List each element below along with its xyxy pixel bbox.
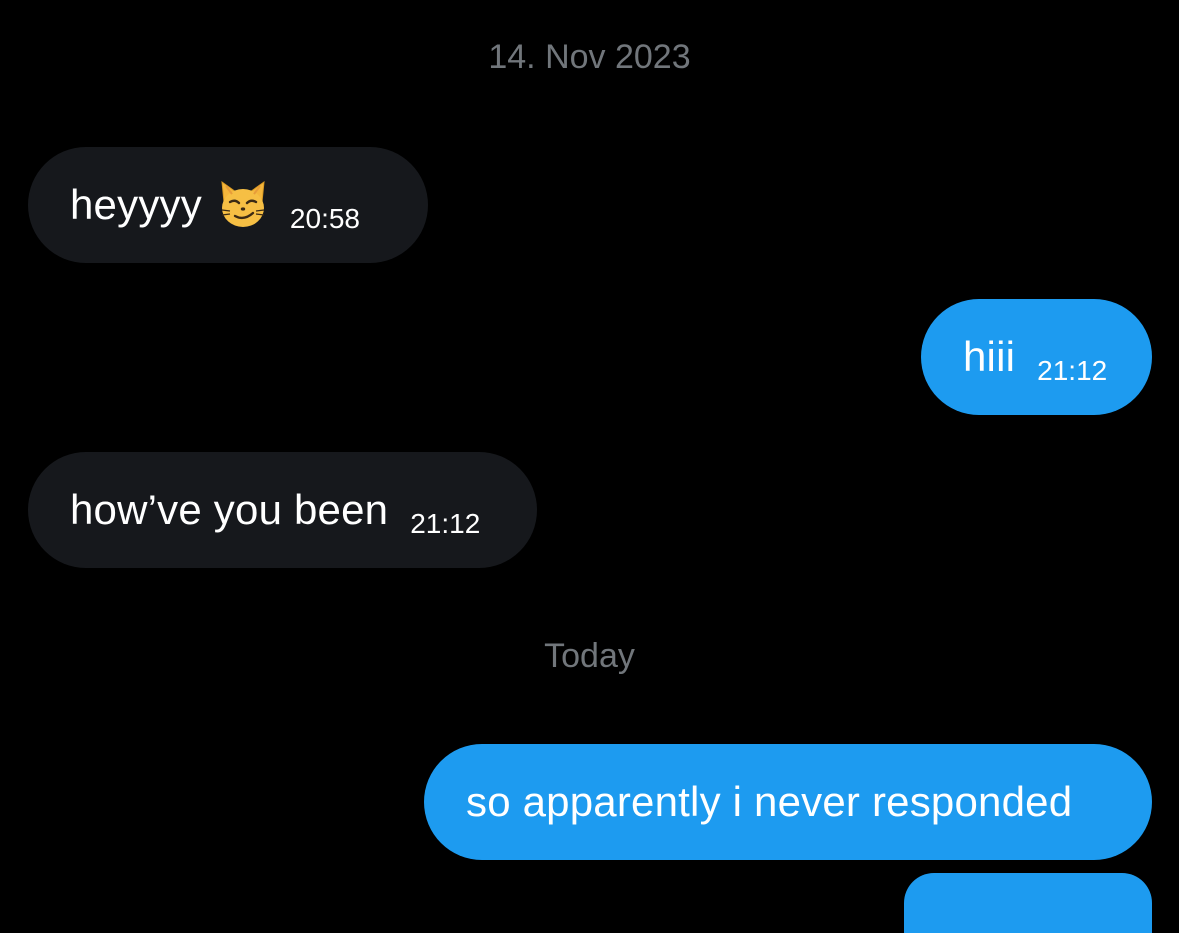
message-bubble-incoming[interactable]: heyyyy 20:58 — [28, 147, 428, 263]
message-bubble-outgoing[interactable]: hiii 21:12 — [921, 299, 1152, 415]
message-text: heyyyy — [70, 181, 202, 228]
message-timestamp: 21:12 — [410, 508, 481, 539]
message-text: how’ve you been — [70, 486, 389, 533]
date-separator: Today — [544, 637, 635, 675]
smirking-cat-icon — [218, 180, 268, 230]
message-bubble-outgoing-partial[interactable] — [904, 873, 1152, 933]
message-text: so apparently i never responded — [466, 778, 1073, 825]
date-separator: 14. Nov 2023 — [488, 38, 691, 76]
message-bubble-outgoing[interactable]: so apparently i never responded — [424, 744, 1152, 860]
message-timestamp: 21:12 — [1037, 355, 1108, 386]
message-timestamp: 20:58 — [289, 203, 360, 234]
message-text: hiii — [963, 333, 1016, 380]
message-bubble-incoming[interactable]: how’ve you been 21:12 — [28, 452, 537, 568]
